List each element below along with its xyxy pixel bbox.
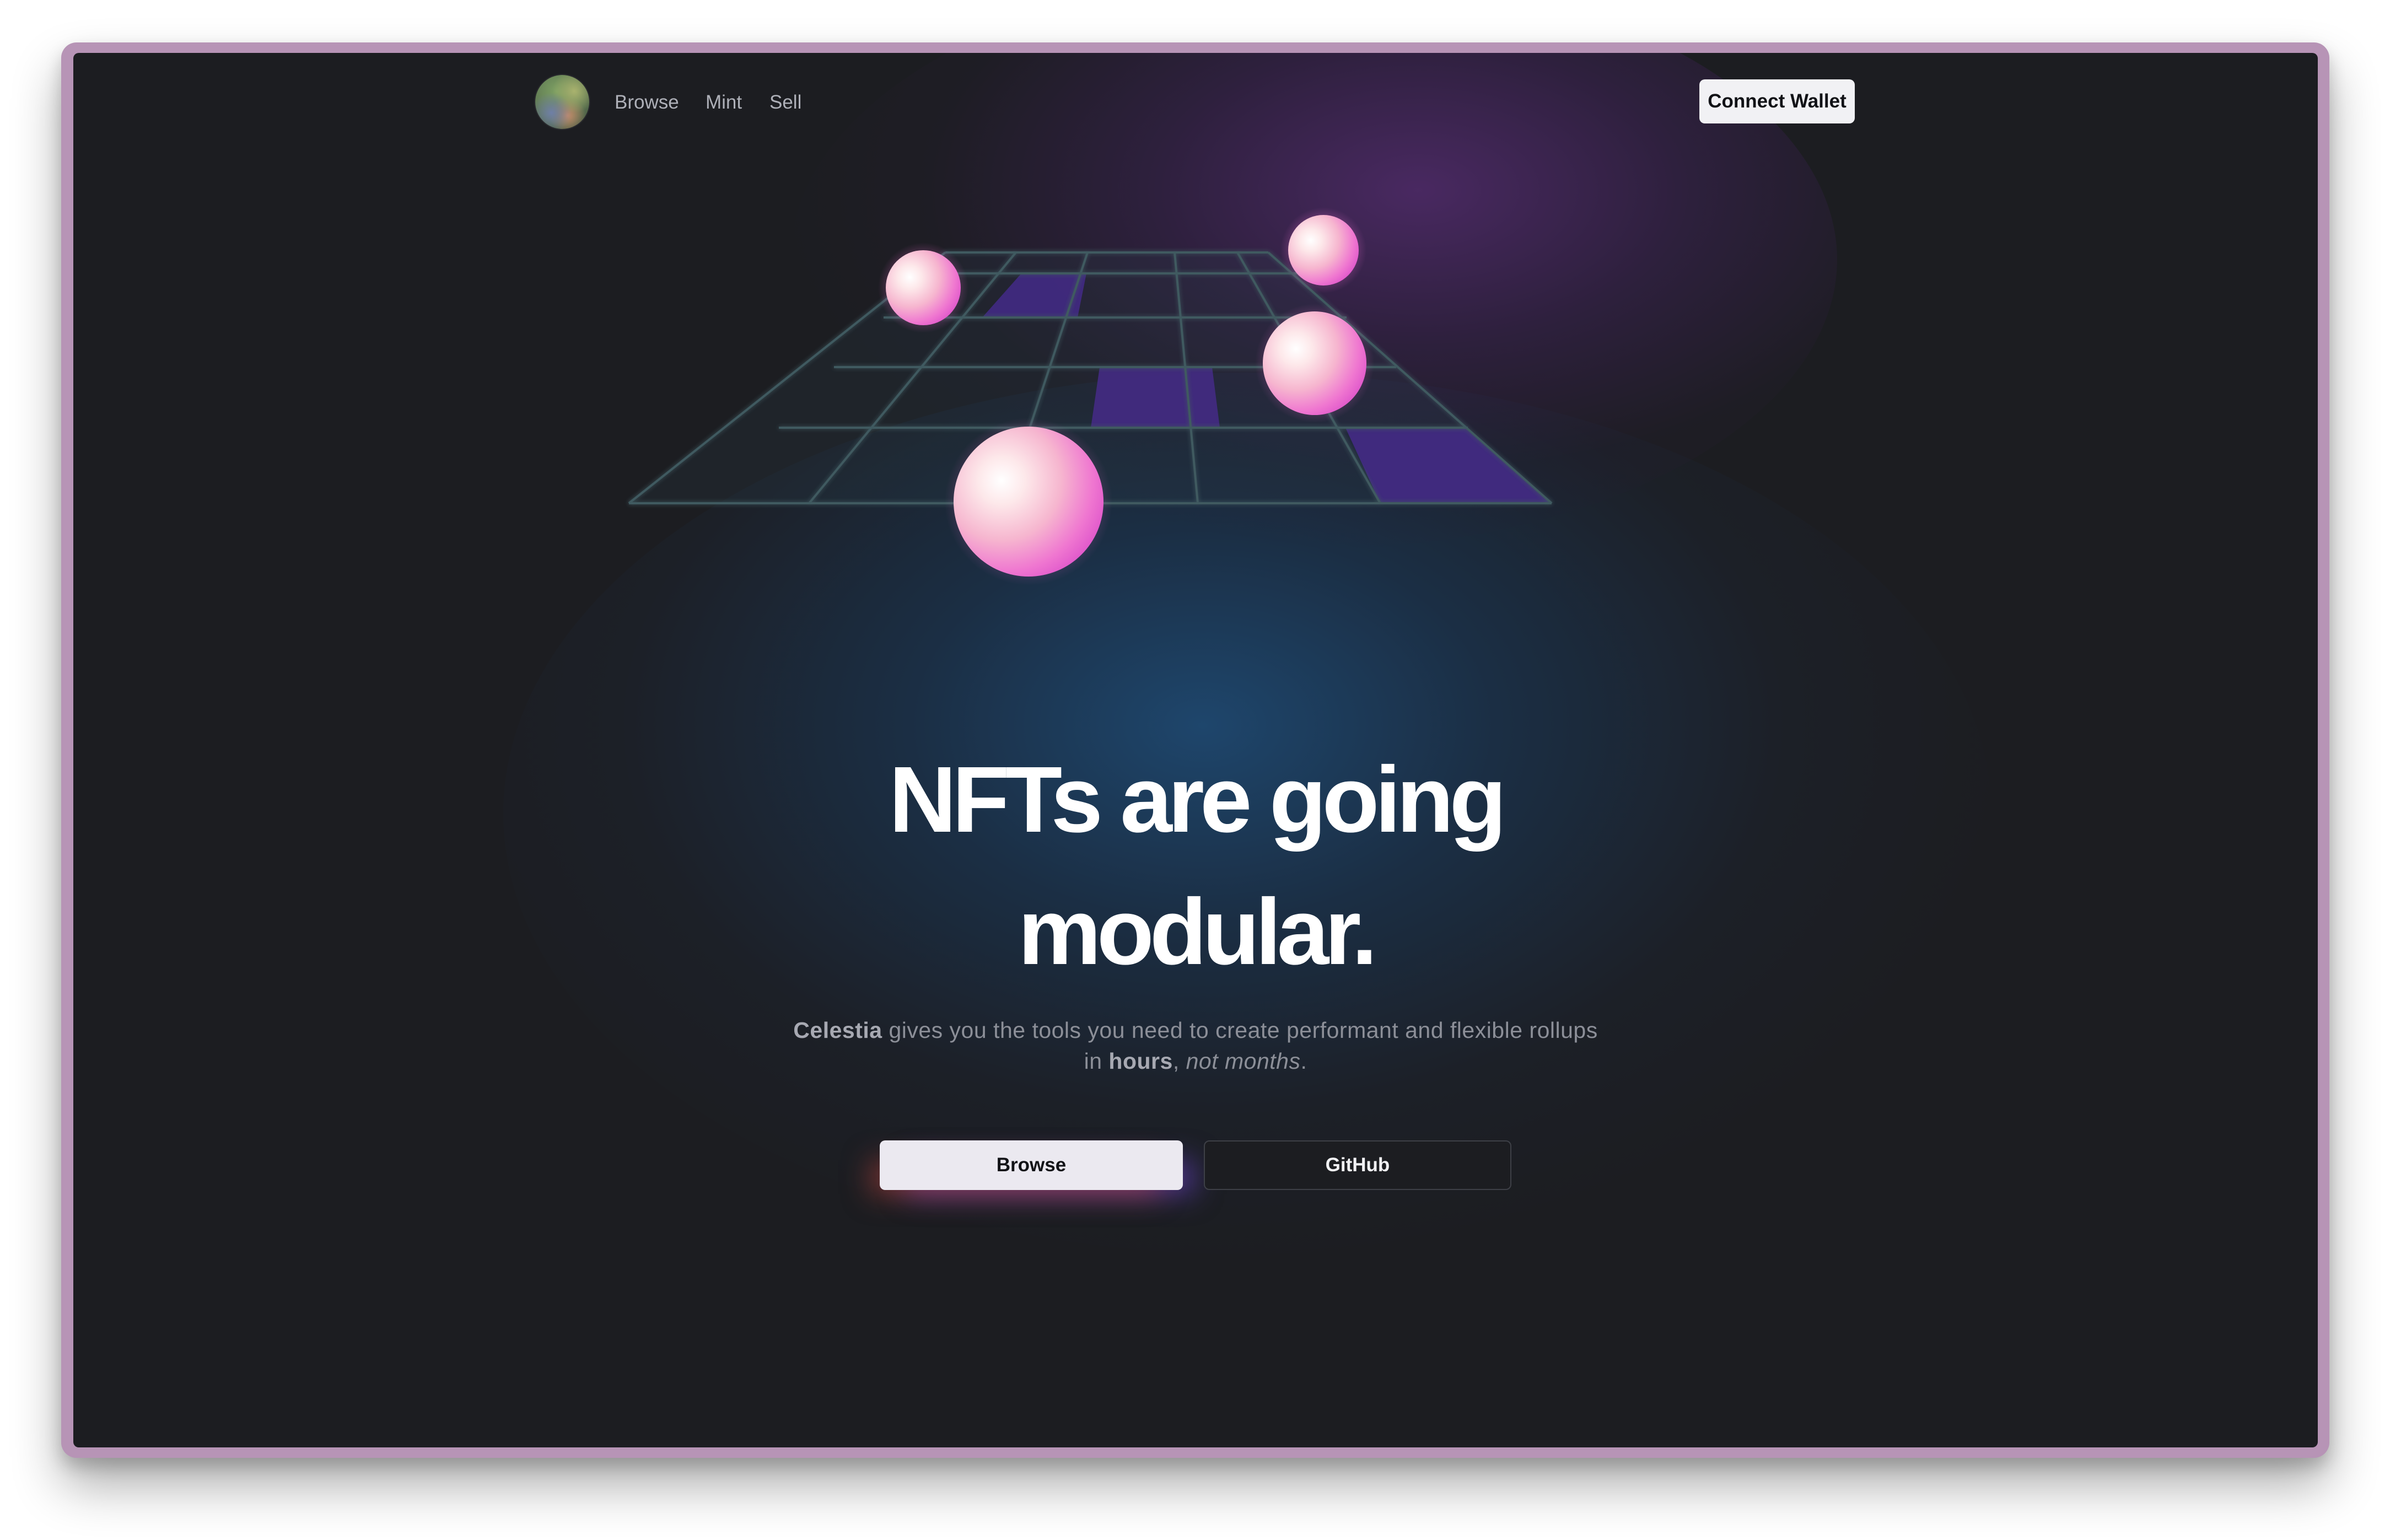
- browse-button[interactable]: Browse: [880, 1140, 1183, 1190]
- subtext-emphasis-hours: hours: [1108, 1048, 1173, 1074]
- connect-wallet-button[interactable]: Connect Wallet: [1699, 79, 1855, 123]
- sphere: [954, 427, 1104, 577]
- hero-headline-line1: NFTs are going: [889, 747, 1507, 852]
- sphere: [886, 250, 961, 325]
- hero-headline: NFTs are going modular.: [589, 734, 1802, 998]
- hero-headline-line2: modular.: [1018, 880, 1377, 984]
- nav-link-browse[interactable]: Browse: [615, 90, 679, 115]
- hero-subtext: Celestia gives you the tools you need to…: [788, 1015, 1603, 1076]
- sphere: [1288, 215, 1359, 286]
- nav-link-sell[interactable]: Sell: [769, 90, 801, 115]
- github-button[interactable]: GitHub: [1204, 1140, 1511, 1190]
- top-nav: Browse Mint Sell Connect Wallet: [73, 53, 2318, 163]
- nav-link-mint[interactable]: Mint: [706, 90, 742, 115]
- brand-name: Celestia: [793, 1017, 882, 1043]
- logo-avatar[interactable]: [535, 75, 589, 129]
- sphere: [1263, 311, 1366, 415]
- subtext-part2: ,: [1172, 1048, 1186, 1074]
- subtext-italic: not months: [1186, 1048, 1301, 1074]
- app-screen: Browse Mint Sell Connect Wallet NFTs are…: [73, 53, 2318, 1447]
- subtext-part3: .: [1300, 1048, 1307, 1074]
